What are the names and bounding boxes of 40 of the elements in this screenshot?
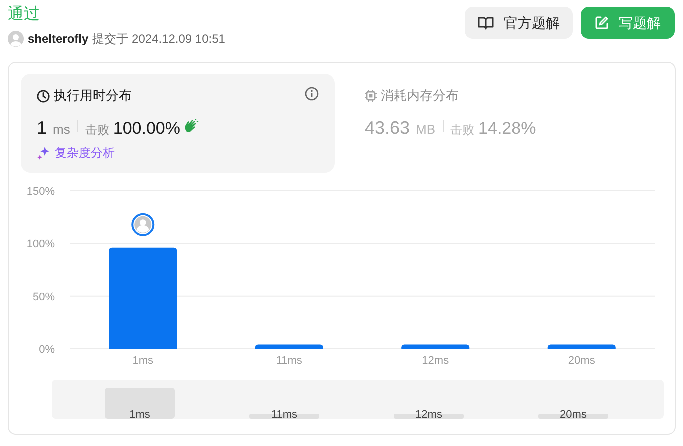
beats-value: 14.28% [478, 118, 536, 140]
beats-label: 击败 [85, 122, 110, 139]
bar[interactable] [402, 344, 470, 349]
navigator-label: 12ms [416, 409, 442, 421]
navigator-label: 20ms [560, 409, 587, 421]
x-tick-label: 11ms [276, 355, 302, 367]
bar[interactable] [255, 344, 324, 349]
sparkle-icon [37, 146, 51, 160]
submitted-time: 提交于 2024.12.09 10:51 [92, 31, 226, 48]
y-tick-label: 150% [26, 186, 55, 198]
official-solution-button[interactable]: 官方题解 [465, 7, 573, 39]
y-tick-label: 50% [32, 291, 55, 304]
clock-icon [37, 90, 50, 102]
metric-unit: ms [53, 121, 70, 139]
user-avatar-marker [132, 213, 155, 236]
metric-card[interactable]: 执行用时分布 1 ms 击败 100.00% 复杂度分析 [21, 74, 335, 173]
x-tick-label: 20ms [568, 355, 596, 367]
navigator-label: 11ms [271, 409, 298, 421]
clapping-hands-icon [184, 119, 200, 133]
beats-label: 击败 [450, 122, 475, 139]
metric-title: 执行用时分布 [54, 87, 132, 106]
metric-title: 消耗内存分布 [381, 87, 459, 106]
info-icon[interactable] [305, 87, 319, 101]
y-tick-label: 0% [39, 344, 55, 356]
username[interactable]: shelterofly [28, 30, 89, 48]
status-text: 通过 [8, 4, 41, 25]
avatar-icon [8, 31, 24, 47]
metric-value: 43.63 [365, 117, 410, 140]
x-tick-label: 1ms [132, 355, 154, 367]
book-icon [478, 16, 494, 30]
beats-value: 100.00% [113, 118, 180, 140]
y-tick-label: 100% [26, 238, 55, 251]
bar[interactable] [548, 344, 616, 349]
chip-icon [365, 90, 377, 102]
complexity-analysis-link[interactable]: 复杂度分析 [55, 144, 115, 162]
x-tick-label: 12ms [422, 355, 450, 367]
metric-unit: MB [416, 121, 436, 139]
navigator-label: 1ms [130, 409, 150, 421]
metric-value: 1 [37, 117, 48, 140]
edit-icon [595, 16, 609, 30]
